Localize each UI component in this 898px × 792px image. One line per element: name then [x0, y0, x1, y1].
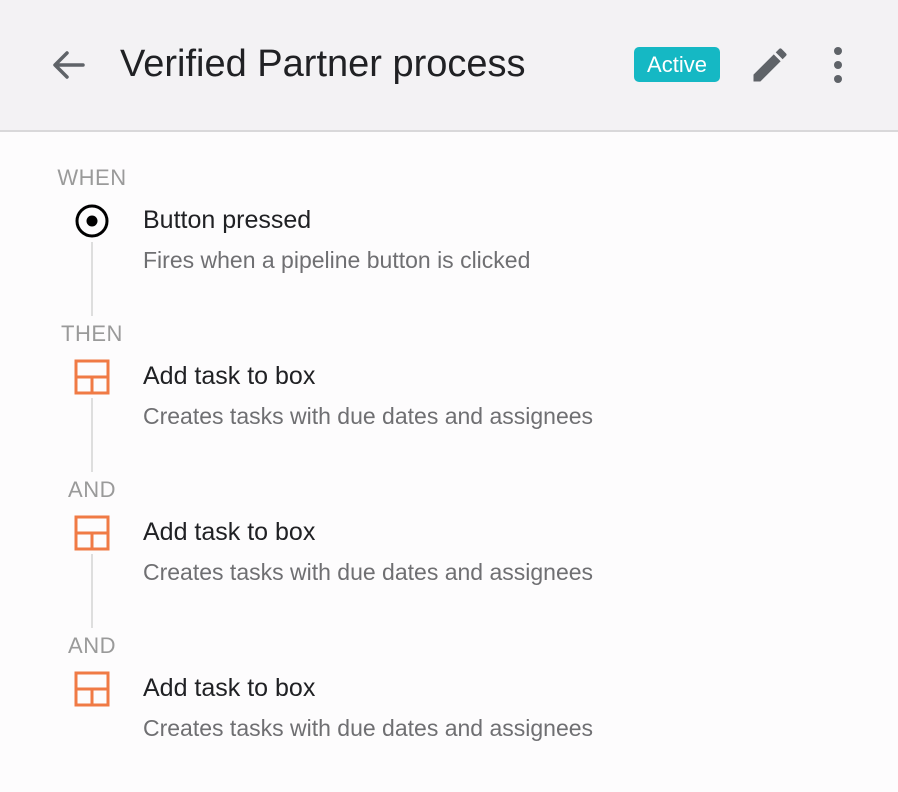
step-label-then: THEN: [61, 321, 123, 346]
step-title: Add task to box: [143, 518, 316, 546]
more-options-button[interactable]: [820, 43, 856, 87]
pencil-icon: [753, 48, 787, 82]
back-button[interactable]: [44, 41, 92, 89]
edit-button[interactable]: [748, 43, 792, 87]
step-label-and: AND: [68, 633, 116, 658]
flow-connector: [91, 398, 93, 472]
flow-connector: [91, 242, 93, 316]
flow-connector: [91, 554, 93, 628]
step-description: Creates tasks with due dates and assigne…: [143, 559, 594, 585]
box-layout-icon: [74, 359, 110, 395]
step-title: Add task to box: [143, 362, 316, 390]
more-vertical-icon: [834, 47, 842, 83]
automation-flow: WHEN Button pressed Fires when a pipelin…: [0, 134, 898, 792]
step-description: Creates tasks with due dates and assigne…: [143, 715, 594, 741]
step-label-and: AND: [68, 477, 116, 502]
box-layout-icon: [74, 515, 110, 551]
step-description: Fires when a pipeline button is clicked: [143, 247, 531, 273]
step-title: Button pressed: [143, 206, 312, 234]
box-layout-icon: [74, 671, 110, 707]
step-description: Creates tasks with due dates and assigne…: [143, 403, 594, 429]
radio-target-icon: [75, 204, 109, 238]
app-header: Verified Partner process Active: [0, 0, 898, 132]
status-badge: Active: [634, 47, 720, 82]
step-label-when: WHEN: [57, 165, 127, 190]
page-title: Verified Partner process: [120, 43, 526, 85]
arrow-left-icon: [53, 51, 85, 79]
step-title: Add task to box: [143, 674, 316, 702]
